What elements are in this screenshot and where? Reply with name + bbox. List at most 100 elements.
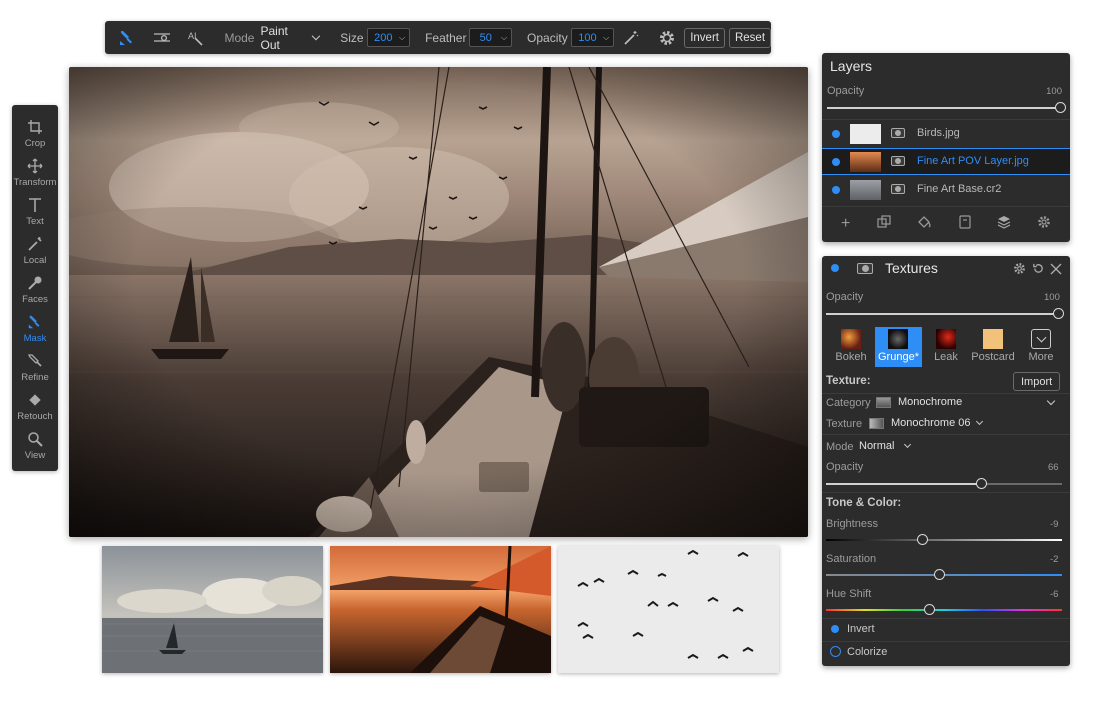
mask-options-toolbar: AI Mode Paint Out Size 200 ⌵ Feather 50 … bbox=[105, 21, 772, 54]
magic-wand-icon[interactable] bbox=[621, 27, 641, 49]
tool-refine[interactable]: Refine bbox=[12, 351, 58, 389]
layers-opacity-slider[interactable] bbox=[827, 107, 1060, 109]
tool-label: Crop bbox=[24, 138, 46, 149]
invert-checkbox[interactable] bbox=[831, 625, 839, 633]
tool-label: View bbox=[24, 450, 46, 461]
settings-icon[interactable] bbox=[1037, 215, 1051, 234]
copy-icon[interactable] bbox=[959, 214, 971, 234]
feather-field[interactable]: 50 ⌵ bbox=[469, 28, 513, 47]
tool-crop[interactable]: Crop bbox=[12, 117, 58, 155]
tool-retouch[interactable]: Retouch bbox=[12, 390, 58, 428]
duplicate-icon[interactable] bbox=[876, 214, 891, 234]
mask-icon[interactable] bbox=[857, 263, 873, 274]
textures-enable-dot[interactable] bbox=[831, 264, 839, 272]
local-brush-icon bbox=[25, 234, 45, 254]
mask-icon[interactable] bbox=[891, 156, 905, 166]
layer-thumbnail bbox=[850, 180, 881, 200]
reset-icon[interactable] bbox=[1032, 262, 1045, 280]
category-label: Postcard bbox=[971, 351, 1015, 363]
tool-faces[interactable]: Faces bbox=[12, 273, 58, 311]
reset-button[interactable]: Reset bbox=[728, 27, 772, 48]
category-label: More bbox=[1028, 351, 1054, 363]
colorize-label: Colorize bbox=[847, 646, 888, 658]
saturation-slider-knob[interactable] bbox=[933, 569, 945, 580]
layer-row[interactable]: Birds.jpg bbox=[822, 120, 1070, 147]
category-thumbnail bbox=[888, 329, 908, 349]
texture-heading: Texture: bbox=[826, 375, 871, 387]
category-field-label: Category bbox=[826, 397, 871, 409]
mask-ai-icon[interactable]: AI bbox=[186, 27, 206, 49]
main-canvas-photo[interactable] bbox=[69, 67, 808, 537]
move-icon bbox=[25, 156, 45, 176]
mask-adjust-icon[interactable] bbox=[151, 27, 171, 49]
texture-category-grunge[interactable]: Grunge* bbox=[875, 327, 922, 367]
thumbnail-birds-photo[interactable] bbox=[558, 546, 779, 673]
close-icon[interactable] bbox=[1050, 262, 1062, 280]
layers-opacity-value: 100 bbox=[1046, 86, 1062, 97]
texture-category-leak[interactable]: Leak bbox=[928, 327, 964, 367]
tool-label: Faces bbox=[22, 294, 48, 305]
colorize-checkbox-row[interactable]: Colorize bbox=[822, 643, 1070, 663]
texture-category-postcard[interactable]: Postcard bbox=[968, 327, 1018, 367]
chevron-down-icon bbox=[903, 440, 912, 449]
stack-icon[interactable] bbox=[997, 215, 1011, 234]
opacity-field[interactable]: 100 ⌵ bbox=[570, 28, 615, 47]
tool-mask[interactable]: Mask bbox=[12, 312, 58, 350]
mask-icon[interactable] bbox=[891, 184, 905, 194]
crop-icon bbox=[25, 117, 45, 137]
texture-field-label: Texture bbox=[826, 418, 863, 430]
mode-select[interactable]: Paint Out bbox=[260, 24, 320, 52]
tone-color-heading: Tone & Color: bbox=[826, 497, 902, 509]
category-select-value: Monochrome bbox=[898, 396, 963, 408]
gear-icon[interactable] bbox=[1013, 262, 1026, 280]
layer-visibility-dot[interactable] bbox=[832, 158, 840, 166]
tool-text[interactable]: Text bbox=[12, 195, 58, 233]
tool-view[interactable]: View bbox=[12, 429, 58, 467]
thumbnail-pov-photo[interactable] bbox=[330, 546, 551, 673]
texture-category-bokeh[interactable]: Bokeh bbox=[832, 327, 870, 367]
chevron-down-icon: ⌵ bbox=[500, 32, 508, 42]
hue-shift-value: -6 bbox=[1050, 589, 1059, 600]
invert-button[interactable]: Invert bbox=[684, 27, 725, 48]
mask-brush-icon bbox=[25, 312, 45, 332]
layer-row-selected[interactable]: Fine Art POV Layer.jpg bbox=[822, 148, 1070, 175]
blend-mode-select[interactable]: Normal bbox=[859, 439, 919, 455]
chevron-down-icon bbox=[311, 31, 320, 40]
fill-icon[interactable] bbox=[917, 215, 933, 234]
layer-visibility-dot[interactable] bbox=[832, 130, 840, 138]
brightness-slider[interactable] bbox=[826, 539, 1062, 541]
layer-visibility-dot[interactable] bbox=[832, 186, 840, 194]
app-window: AI Mode Paint Out Size 200 ⌵ Feather 50 … bbox=[0, 0, 1096, 703]
layer-thumbnail bbox=[850, 124, 881, 144]
texture-select-value: Monochrome 06 bbox=[891, 417, 971, 429]
colorize-checkbox[interactable] bbox=[830, 646, 841, 657]
tool-transform[interactable]: Transform bbox=[12, 156, 58, 194]
import-button[interactable]: Import bbox=[1013, 372, 1061, 391]
divider bbox=[822, 492, 1070, 493]
category-thumbnail bbox=[983, 329, 1003, 349]
textures-opacity-slider-knob[interactable] bbox=[1052, 308, 1064, 319]
size-field[interactable]: 200 ⌵ bbox=[366, 28, 411, 47]
thumbnail-base-photo[interactable] bbox=[102, 546, 323, 673]
size-value: 200 bbox=[374, 31, 393, 44]
invert-checkbox-row[interactable]: Invert bbox=[822, 620, 1070, 640]
divider bbox=[822, 618, 1070, 619]
layers-opacity-slider-knob[interactable] bbox=[1054, 102, 1066, 113]
texture-category-more[interactable]: More bbox=[1022, 327, 1060, 367]
mask-brush-icon[interactable] bbox=[117, 27, 137, 49]
textures-opacity-slider[interactable] bbox=[826, 313, 1058, 315]
invert-label: Invert bbox=[847, 623, 875, 635]
thumbnail-image bbox=[558, 546, 779, 673]
brightness-value: -9 bbox=[1050, 519, 1059, 530]
texture-select[interactable]: Monochrome 06 bbox=[869, 416, 1009, 432]
tool-label: Refine bbox=[21, 372, 49, 383]
category-select[interactable]: Monochrome bbox=[876, 395, 1062, 411]
hue-shift-slider[interactable] bbox=[826, 609, 1062, 611]
tool-local[interactable]: Local bbox=[12, 234, 58, 272]
category-label: Bokeh bbox=[835, 351, 867, 363]
layer-row[interactable]: Fine Art Base.cr2 bbox=[822, 176, 1070, 203]
add-icon[interactable]: + bbox=[841, 216, 850, 232]
gear-icon[interactable] bbox=[657, 27, 677, 49]
mask-icon[interactable] bbox=[891, 128, 905, 138]
tool-label: Mask bbox=[23, 333, 47, 344]
